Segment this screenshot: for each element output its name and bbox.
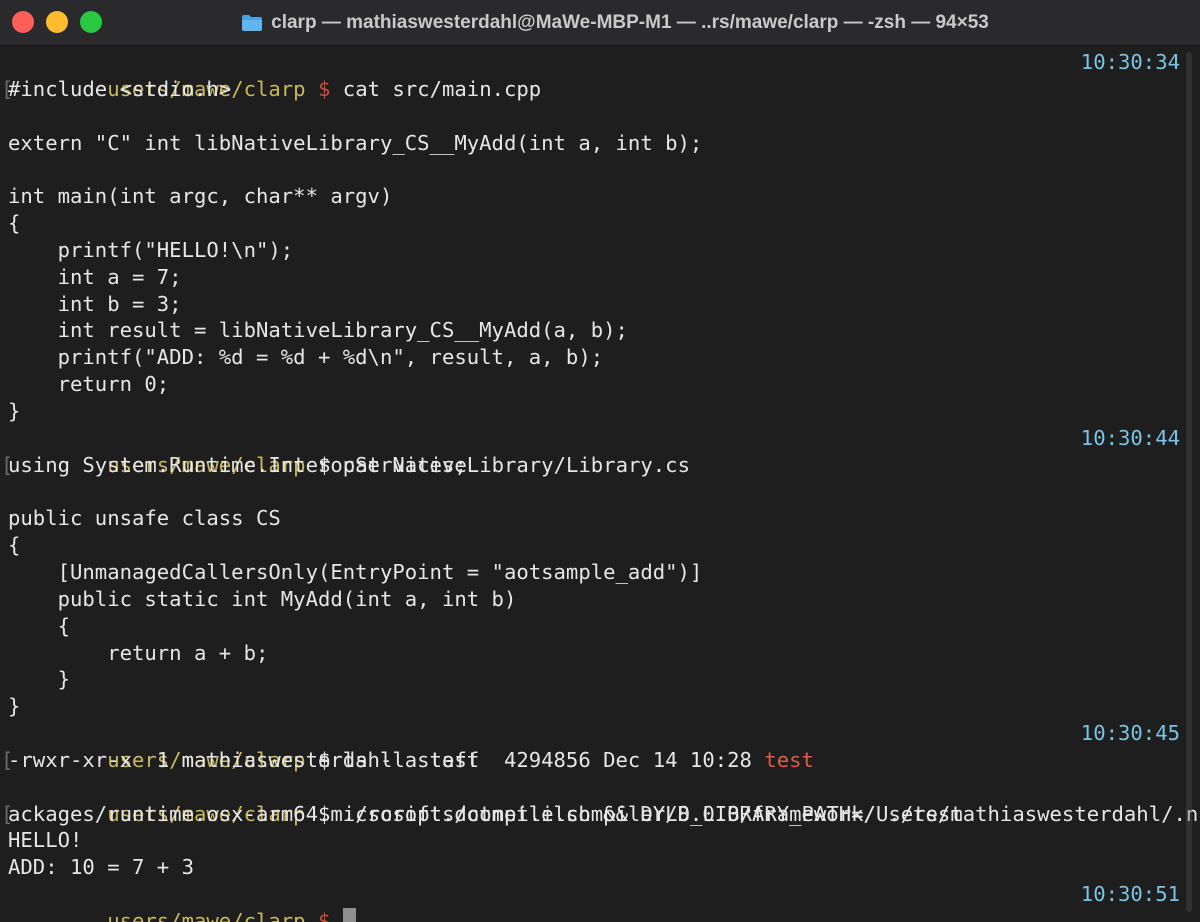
prompt-time: 10:30:45 xyxy=(1080,721,1180,746)
ls-entry-filename: test xyxy=(764,747,814,772)
output-line: } xyxy=(8,398,21,423)
output-line: int main(int argc, char** argv) xyxy=(8,184,393,209)
prompt-line: [users/mawe/clarp $ ./scripts/compile.sh… xyxy=(1,774,1200,826)
output-line: extern "C" int libNativeLibrary_CS__MyAd… xyxy=(8,130,703,155)
terminal-window: clarp — mathiaswesterdahl@MaWe-MBP-M1 — … xyxy=(0,0,1200,922)
title-bar[interactable]: clarp — mathiaswesterdahl@MaWe-MBP-M1 — … xyxy=(0,0,1200,46)
output-line: printf("HELLO!\n"); xyxy=(8,237,294,262)
output-line: int result = libNativeLibrary_CS__MyAdd(… xyxy=(8,318,628,343)
terminal-lines: [users/mawe/clarp $ cat src/main.cpp 10:… xyxy=(1,49,1200,922)
output-line: HELLO! xyxy=(8,828,83,853)
output-line: [UnmanagedCallersOnly(EntryPoint = "aots… xyxy=(8,560,703,585)
terminal-content[interactable]: [users/mawe/clarp $ cat src/main.cpp 10:… xyxy=(0,46,1200,922)
output-line: public static int MyAdd(int a, int b) xyxy=(8,586,517,611)
output-line: int b = 3; xyxy=(8,291,182,316)
window-title-group: clarp — mathiaswesterdahl@MaWe-MBP-M1 — … xyxy=(241,12,989,34)
output-line: int a = 7; xyxy=(8,264,182,289)
window-controls xyxy=(12,11,102,33)
text-cursor xyxy=(342,908,356,922)
prompt-line: [users/mawe/clarp $ cat NativeLibrary/Li… xyxy=(1,425,1180,477)
output-line: { xyxy=(8,533,21,558)
prompt-line-active[interactable]: users/mawe/clarp $ 10:30:51 xyxy=(8,881,1180,922)
ls-output-line: -rwxr-xr-x 1 mathiaswesterdahl staff 429… xyxy=(8,747,1176,774)
output-line: public unsafe class CS xyxy=(8,506,281,531)
window-title: clarp — mathiaswesterdahl@MaWe-MBP-M1 — … xyxy=(271,11,989,33)
prompt-path: users/mawe/clarp xyxy=(107,909,306,922)
output-line: #include <stdio.h> xyxy=(8,76,232,101)
zoom-button[interactable] xyxy=(80,11,102,33)
output-line: { xyxy=(8,613,70,638)
output-line: } xyxy=(8,667,70,692)
prompt-command xyxy=(330,909,342,922)
output-line: } xyxy=(8,694,21,719)
close-button[interactable] xyxy=(12,11,34,33)
prompt-time: 10:30:44 xyxy=(1080,425,1180,450)
output-line: using System.Runtime.InteropServices; xyxy=(8,452,467,477)
minimize-button[interactable] xyxy=(46,11,68,33)
output-line: return 0; xyxy=(8,372,170,397)
scrollbar[interactable] xyxy=(1183,46,1197,922)
folder-icon xyxy=(241,14,263,32)
prompt-line: [users/mawe/clarp $ cat src/main.cpp 10:… xyxy=(1,49,1180,101)
output-line: { xyxy=(8,211,21,236)
prompt-time: 10:30:34 xyxy=(1080,50,1180,74)
scrollbar-thumb[interactable] xyxy=(1186,52,1192,912)
output-line: ackages/runtime.osx-arm64.microsoft.dotn… xyxy=(8,801,963,826)
output-line: return a + b; xyxy=(8,640,269,665)
prompt-symbol: $ xyxy=(318,909,331,922)
output-line: printf("ADD: %d = %d + %d\n", result, a,… xyxy=(8,345,604,370)
output-line: ADD: 10 = 7 + 3 xyxy=(8,855,194,880)
prompt-line: [users/mawe/clarp $ ls -la test 10:30:45 xyxy=(1,720,1180,772)
ls-entry-details: -rwxr-xr-x 1 mathiaswesterdahl staff 429… xyxy=(8,747,765,772)
prompt-time: 10:30:51 xyxy=(1080,882,1180,907)
